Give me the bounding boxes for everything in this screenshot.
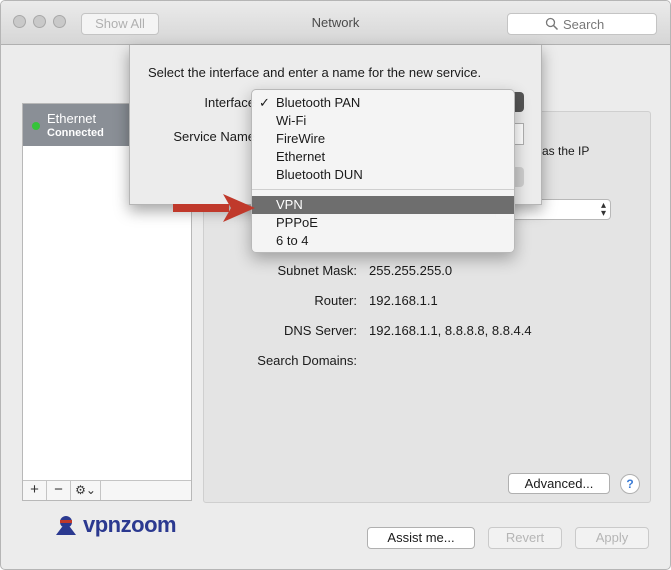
vpnzoom-logo: vpnzoom [53,512,177,539]
subnet-mask-label: Subnet Mask: [277,263,358,278]
service-status: Connected [47,127,104,139]
interface-dropdown-menu: ✓ Bluetooth PAN Wi-Fi FireWire Ethernet … [251,89,515,253]
service-name-label: Service Name [173,129,255,144]
subnet-mask-value: 255.255.255.0 [369,263,453,278]
menu-item-vpn[interactable]: VPN [252,196,514,214]
menu-item-6to4[interactable]: 6 to 4 [252,232,514,250]
menu-item-ethernet[interactable]: Ethernet [252,148,514,166]
search-field[interactable]: Search [507,13,657,35]
interface-label: Interface [204,95,255,110]
status-dot-icon [32,122,40,130]
red-arrow-icon [173,194,255,222]
network-preferences-window: Show All Network Search Ethernet Connect… [0,0,671,570]
dns-server-value: 192.168.1.1, 8.8.8.8, 8.8.4.4 [369,323,532,338]
menu-item-pppoe[interactable]: PPPoE [252,214,514,232]
checkmark-icon: ✓ [259,95,270,110]
service-name: Ethernet [47,111,97,126]
menu-item-label: Ethernet [276,149,326,164]
menu-item-label: FireWire [276,131,326,146]
vpnzoom-mascot-icon [56,516,76,535]
search-icon [545,17,559,31]
logo-text: vpnzoom [83,512,177,538]
gear-menu-icon[interactable]: ⚙⌄ [71,481,101,500]
advanced-button[interactable]: Advanced... [508,473,610,494]
menu-item-label: PPPoE [276,215,318,230]
ip-hint-text: as the IP [542,144,590,158]
add-service-button[interactable]: + [23,481,47,500]
menu-item-label: Wi-Fi [276,113,307,128]
interface-popup-button[interactable] [514,92,524,112]
menu-item-label: VPN [276,197,303,212]
menu-item-label: Bluetooth DUN [276,167,363,182]
updown-chevron-icon: ▴ ▾ [600,200,606,219]
dns-server-label: DNS Server: [284,323,357,338]
router-label: Router: [314,293,357,308]
logo-text-zoom: zoom [120,512,177,537]
apply-button[interactable]: Apply [575,527,649,549]
search-placeholder: Search [563,17,605,32]
menu-separator [252,189,514,190]
search-domains-label: Search Domains: [257,353,357,368]
title-bar: Show All Network Search [1,1,670,45]
revert-button[interactable]: Revert [488,527,562,549]
remove-service-button[interactable]: − [47,481,71,500]
menu-item-firewire[interactable]: FireWire [252,130,514,148]
router-value: 192.168.1.1 [369,293,438,308]
sheet-prompt: Select the interface and enter a name fo… [148,65,482,80]
menu-item-label: Bluetooth PAN [276,95,361,110]
menu-item-label: 6 to 4 [276,233,309,248]
menu-item-wifi[interactable]: Wi-Fi [252,112,514,130]
assist-me-button[interactable]: Assist me... [367,527,475,549]
sheet-action-button[interactable] [514,167,524,187]
service-list-toolbar: + − ⚙⌄ [23,480,191,500]
menu-item-bluetooth-dun[interactable]: Bluetooth DUN [252,166,514,184]
menu-item-bluetooth-pan[interactable]: ✓ Bluetooth PAN [252,94,514,112]
logo-text-vpn: vpn [83,512,121,537]
service-name-field[interactable] [514,123,524,145]
help-button[interactable]: ? [620,474,640,494]
